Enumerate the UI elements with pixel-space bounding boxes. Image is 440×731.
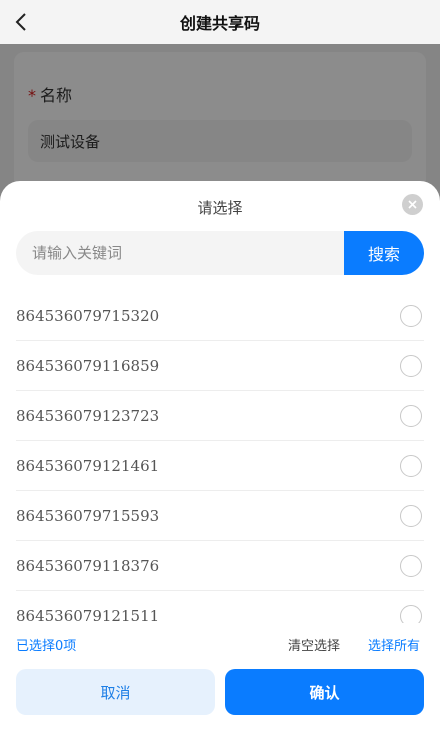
list-item[interactable]: 864536079121511 (16, 591, 424, 623)
list-item[interactable]: 864536079116859 (16, 341, 424, 391)
list-item-label: 864536079121511 (16, 606, 160, 624)
search-input[interactable] (16, 231, 344, 275)
list-item[interactable]: 864536079121461 (16, 441, 424, 491)
list-item[interactable]: 864536079715320 (16, 291, 424, 341)
list-item-label: 864536079121461 (16, 456, 160, 475)
page-title: 创建共享码 (179, 14, 260, 33)
list-item-label: 864536079118376 (16, 556, 160, 575)
radio-button[interactable] (400, 454, 422, 477)
radio-button[interactable] (400, 354, 422, 377)
search-button[interactable]: 搜索 (344, 231, 424, 275)
top-bar: 创建共享码 (0, 0, 440, 44)
search-bar: 搜索 (16, 231, 424, 275)
list-item-label: 864536079116859 (16, 356, 160, 375)
list-item[interactable]: 864536079123723 (16, 391, 424, 441)
selection-count: 已选择0项 (16, 639, 77, 654)
back-arrow-icon[interactable] (10, 11, 32, 33)
picker-sheet: 请选择 搜索 864536079715320 864536079116859 8… (0, 181, 440, 731)
close-icon[interactable] (402, 194, 423, 215)
list-item[interactable]: 864536079715593 (16, 491, 424, 541)
radio-button[interactable] (400, 504, 422, 527)
clear-selection-link[interactable]: 清空选择 (288, 635, 340, 654)
cancel-button[interactable]: 取消 (16, 669, 215, 715)
list-item-label: 864536079715593 (16, 506, 160, 525)
list-item[interactable]: 864536079118376 (16, 541, 424, 591)
confirm-button[interactable]: 确认 (225, 669, 424, 715)
list-item-label: 864536079715320 (16, 306, 160, 325)
device-list[interactable]: 864536079715320 864536079116859 86453607… (16, 291, 424, 623)
radio-button[interactable] (400, 604, 422, 623)
list-item-label: 864536079123723 (16, 406, 160, 425)
radio-button[interactable] (400, 404, 422, 427)
picker-title: 请选择 (197, 199, 243, 217)
select-all-link[interactable]: 选择所有 (368, 635, 420, 654)
radio-button[interactable] (400, 554, 422, 577)
radio-button[interactable] (400, 304, 422, 327)
